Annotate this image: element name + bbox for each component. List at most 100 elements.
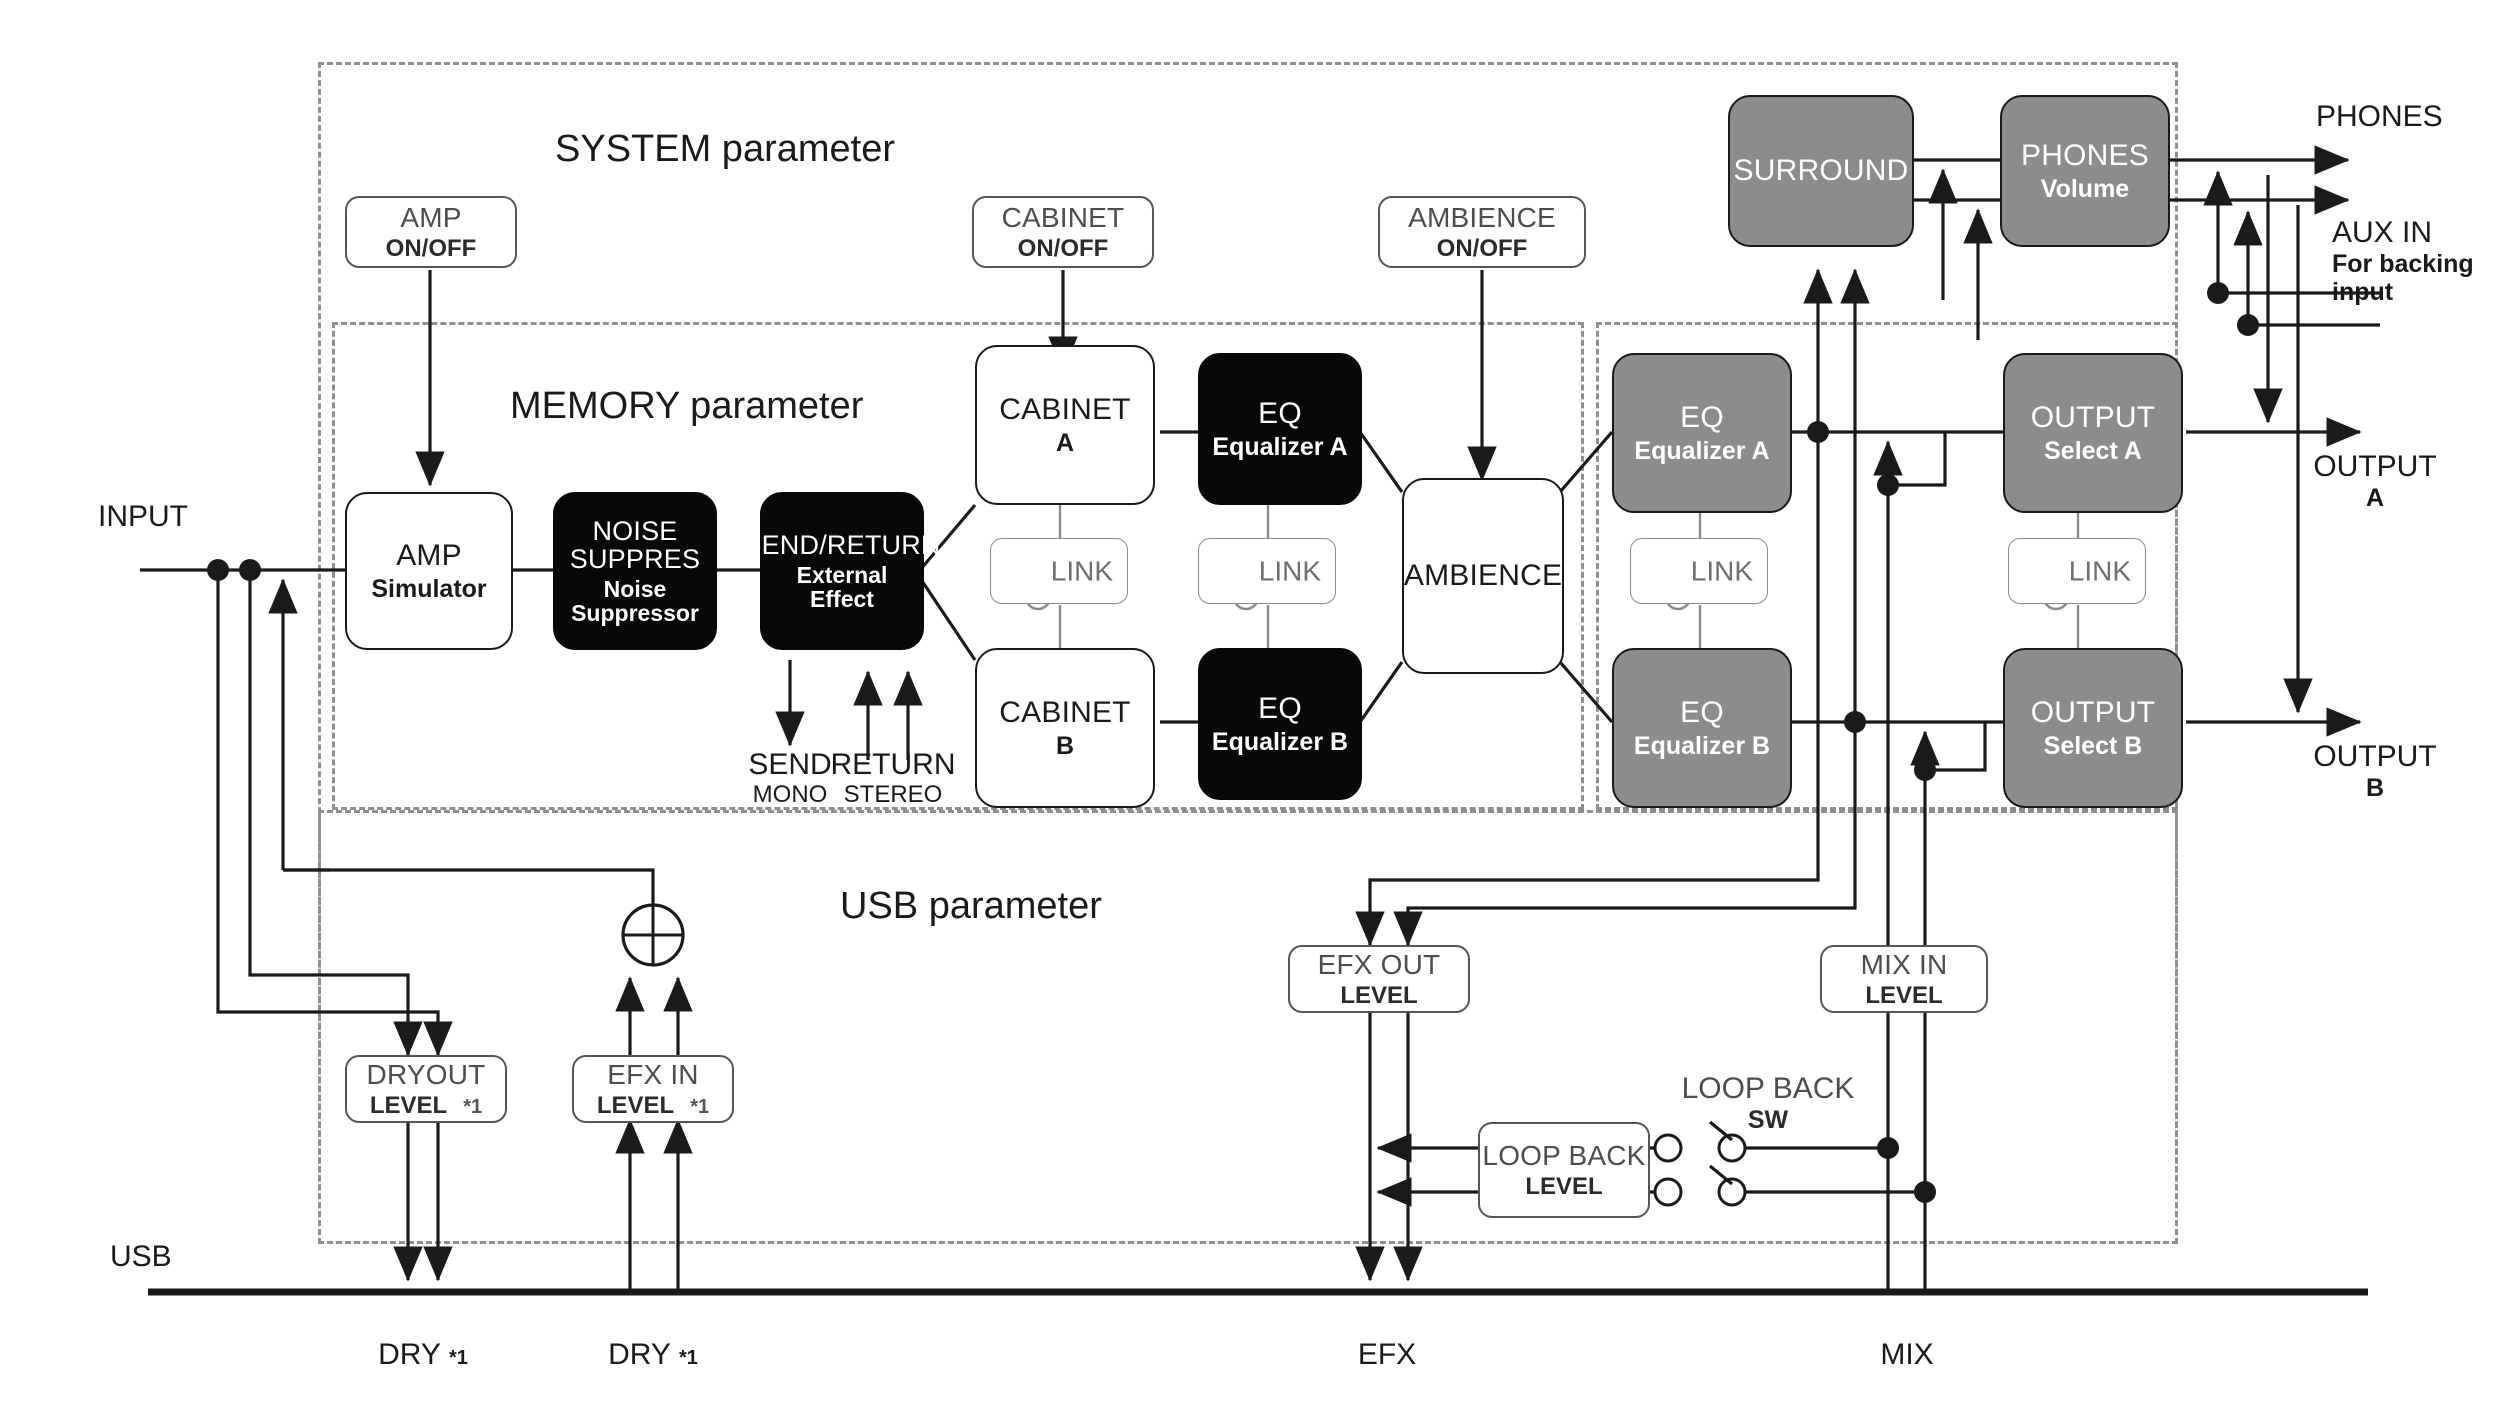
eq-a-title: EQ	[1258, 397, 1302, 431]
efx-in-level-block[interactable]: EFX IN LEVEL *1	[572, 1055, 734, 1123]
send-return-sub: External Effect	[796, 562, 888, 613]
output-b-sub: B	[2365, 773, 2385, 802]
link-output-switch[interactable]: LINK	[2008, 538, 2146, 604]
eq-a-sub: Equalizer A	[1212, 432, 1348, 461]
ambience-block[interactable]: AMBIENCE	[1402, 478, 1564, 674]
mix-in-level-block[interactable]: MIX IN LEVEL	[1820, 945, 1988, 1013]
amp-simulator-title: AMP	[396, 539, 462, 573]
link-eq-out-switch[interactable]: LINK	[1630, 538, 1768, 604]
input-label: INPUT	[98, 500, 188, 534]
surround-block[interactable]: SURROUND	[1728, 95, 1914, 247]
efx-in-note: *1	[690, 1096, 710, 1119]
cabinet-a-block[interactable]: CABINET A	[975, 345, 1155, 505]
usb-dry1-note: *1	[448, 1347, 468, 1369]
return-sub: STEREO	[843, 780, 943, 808]
efx-out-title: EFX OUT	[1317, 948, 1441, 980]
eq-out-a-title: EQ	[1680, 401, 1724, 435]
loop-back-level-block[interactable]: LOOP BACK LEVEL	[1478, 1122, 1650, 1218]
section-title-memory: MEMORY parameter	[510, 385, 864, 427]
dryout-note: *1	[463, 1096, 483, 1119]
eq-a-block[interactable]: EQ Equalizer A	[1198, 353, 1362, 505]
ambience-on-off-title: AMBIENCE	[1408, 201, 1556, 233]
mix-in-sub: LEVEL	[1865, 982, 1943, 1010]
amp-on-off-sub: ON/OFF	[385, 235, 477, 263]
send-return-title: SEND/RETURN	[743, 529, 941, 560]
usb-dry2-text: DRY *1	[578, 1338, 728, 1372]
dryout-level-block[interactable]: DRYOUT LEVEL *1	[345, 1055, 507, 1123]
cabinet-on-off-title: CABINET	[1001, 201, 1125, 233]
phones-volume-block[interactable]: PHONES Volume	[2000, 95, 2170, 247]
output-a-sub: A	[2365, 483, 2385, 512]
ambience-on-off-sub: ON/OFF	[1436, 235, 1528, 263]
output-b-label: OUTPUT B	[2280, 740, 2470, 802]
aux-in-label: AUX IN For backing input	[2332, 216, 2500, 306]
surround-title: SURROUND	[1733, 154, 1909, 188]
amp-simulator-sub: Simulator	[371, 574, 487, 603]
cabinet-a-title: CABINET	[999, 393, 1131, 427]
link-cabinet-label: LINK	[1050, 555, 1113, 587]
cabinet-a-sub: A	[1055, 428, 1075, 457]
cabinet-b-sub: B	[1055, 731, 1075, 760]
send-return-block[interactable]: SEND/RETURN External Effect	[743, 492, 940, 650]
amp-on-off-block[interactable]: AMP ON/OFF	[345, 196, 517, 268]
usb-dry2-label: DRY *1	[578, 1338, 728, 1372]
eq-b-title: EQ	[1258, 692, 1302, 726]
output-select-a-title: OUTPUT	[2030, 401, 2156, 435]
usb-parameter-region	[318, 810, 2178, 1244]
output-b-text: OUTPUT	[2313, 740, 2437, 773]
usb-bus-label: USB	[110, 1240, 172, 1274]
efx-in-title: EFX IN	[607, 1058, 699, 1090]
aux-in-sub: For backing input	[2332, 249, 2474, 306]
noise-suppressor-title: NOISE SUPPRES	[569, 515, 701, 574]
output-select-b-sub: Select B	[2043, 731, 2143, 760]
eq-out-b-block[interactable]: EQ Equalizer B	[1612, 648, 1792, 808]
section-title-usb: USB parameter	[840, 885, 1102, 927]
output-select-a-block[interactable]: OUTPUT Select A	[2003, 353, 2183, 513]
eq-out-b-title: EQ	[1680, 696, 1724, 730]
mix-in-title: MIX IN	[1860, 948, 1948, 980]
usb-efx-text: EFX	[1357, 1338, 1417, 1371]
link-output-label: LINK	[2068, 555, 2131, 587]
usb-dry1-label: DRY *1	[348, 1338, 498, 1372]
section-title-system: SYSTEM parameter	[555, 128, 895, 170]
usb-dry1-text: DRY *1	[348, 1338, 498, 1372]
phones-label: PHONES	[2316, 100, 2443, 134]
loop-back-sw-label: LOOP BACK SW	[1668, 1072, 1868, 1134]
link-cabinet-switch[interactable]: LINK	[990, 538, 1128, 604]
eq-b-sub: Equalizer B	[1211, 727, 1349, 756]
efx-in-sub: LEVEL	[596, 1092, 675, 1120]
link-eq-switch[interactable]: LINK	[1198, 538, 1336, 604]
aux-in-text: AUX IN	[2332, 216, 2433, 249]
usb-dry2-main: DRY	[608, 1338, 671, 1371]
noise-suppressor-block[interactable]: NOISE SUPPRES Noise Suppressor	[553, 492, 717, 650]
signal-flow-diagram: SYSTEM parameter MEMORY parameter USB pa…	[0, 0, 2500, 1406]
dryout-title: DRYOUT	[366, 1058, 486, 1090]
dryout-sub: LEVEL	[369, 1092, 448, 1120]
usb-mix-text: MIX	[1880, 1338, 1934, 1371]
ambience-on-off-block[interactable]: AMBIENCE ON/OFF	[1378, 196, 1586, 268]
amp-simulator-block[interactable]: AMP Simulator	[345, 492, 513, 650]
eq-out-a-block[interactable]: EQ Equalizer A	[1612, 353, 1792, 513]
output-select-a-sub: Select A	[2044, 436, 2142, 465]
eq-out-a-sub: Equalizer A	[1634, 436, 1770, 465]
ambience-title: AMBIENCE	[1403, 559, 1563, 593]
amp-on-off-title: AMP	[400, 201, 462, 233]
output-select-b-title: OUTPUT	[2030, 696, 2156, 730]
usb-dry2-note: *1	[678, 1347, 698, 1369]
usb-bus-text: USB	[110, 1240, 172, 1273]
cabinet-b-block[interactable]: CABINET B	[975, 648, 1155, 808]
efx-out-sub: LEVEL	[1340, 982, 1418, 1010]
noise-suppressor-sub: Noise Suppressor	[571, 576, 699, 627]
efx-out-level-block[interactable]: EFX OUT LEVEL	[1288, 945, 1470, 1013]
usb-mix-label: MIX	[1832, 1338, 1982, 1372]
cabinet-on-off-block[interactable]: CABINET ON/OFF	[972, 196, 1154, 268]
cabinet-on-off-sub: ON/OFF	[1017, 235, 1109, 263]
eq-b-block[interactable]: EQ Equalizer B	[1198, 648, 1362, 800]
link-eq-label: LINK	[1258, 555, 1321, 587]
loop-back-sw-sub: SW	[1747, 1105, 1789, 1134]
loop-back-level-title: LOOP BACK	[1482, 1139, 1646, 1171]
phones-volume-sub: Volume	[2040, 174, 2130, 203]
output-select-b-block[interactable]: OUTPUT Select B	[2003, 648, 2183, 808]
eq-out-b-sub: Equalizer B	[1633, 731, 1771, 760]
usb-dry1-main: DRY	[378, 1338, 441, 1371]
